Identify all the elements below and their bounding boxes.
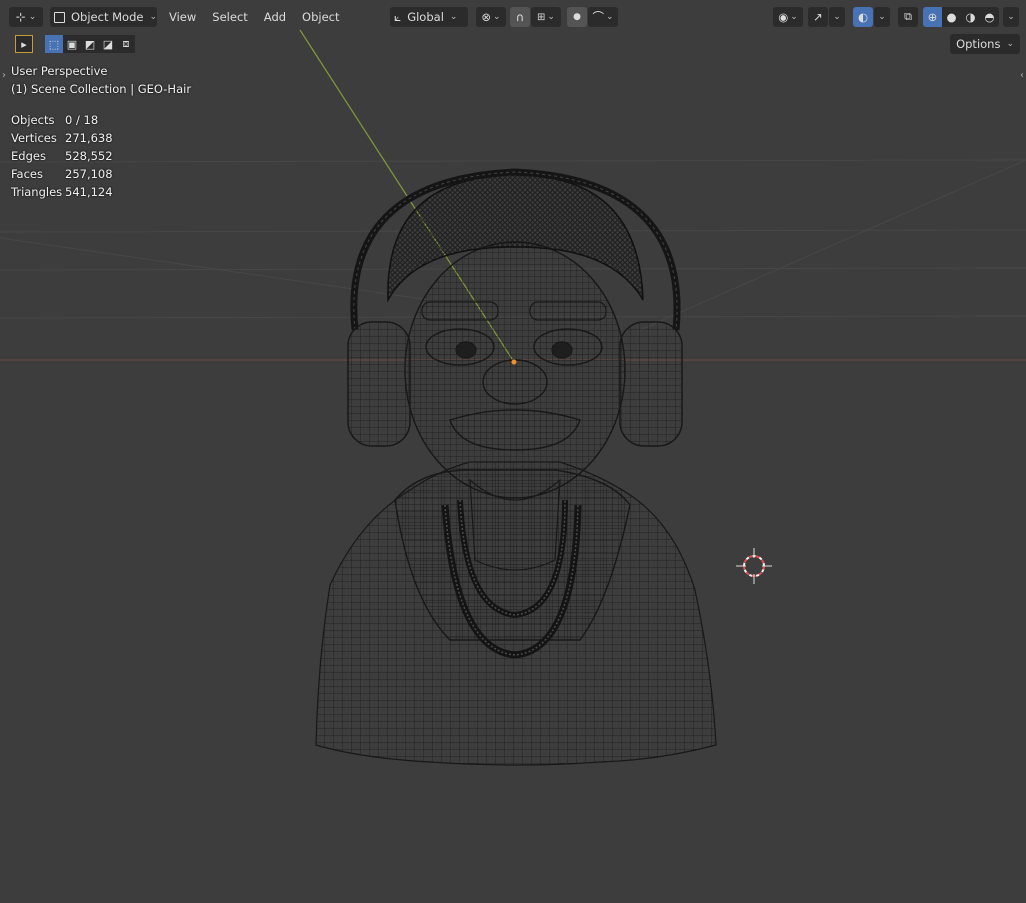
menu-view[interactable]: View xyxy=(161,7,204,27)
gizmo-icon: ↗ xyxy=(813,10,823,24)
rendered-shading-icon[interactable]: ◓ xyxy=(980,7,999,27)
xray-icon: ⧉ xyxy=(904,10,912,24)
shading-dropdown[interactable]: ⌄ xyxy=(1003,7,1019,27)
mode-dropdown[interactable]: Object Mode ⌄ xyxy=(50,7,157,27)
menu-select[interactable]: Select xyxy=(204,7,255,27)
overlay-dropdown[interactable]: ⌄ xyxy=(874,7,890,27)
options-dropdown[interactable]: Options⌄ xyxy=(950,34,1020,54)
stat-row-objects: Objects0 / 18 xyxy=(11,111,113,129)
object-origin xyxy=(512,360,517,365)
snap-increment-icon: ⊞ xyxy=(537,12,545,23)
snap-target-dropdown[interactable]: ⊞⌄ xyxy=(531,7,561,27)
select-extend-icon[interactable]: ▣ xyxy=(63,35,81,53)
headphone-cup-right xyxy=(620,322,682,446)
proportional-edit-icon: ● xyxy=(573,12,581,22)
select-subtract-icon[interactable]: ◩ xyxy=(81,35,99,53)
transform-orientation-icon: ⟀ xyxy=(394,10,401,25)
xray-toggle[interactable]: ⧉ xyxy=(898,7,918,27)
editor-type-dropdown[interactable]: ⊹⌄ xyxy=(9,7,43,27)
falloff-dropdown[interactable]: ⌒⌄ xyxy=(588,7,618,27)
magnet-icon: ∩ xyxy=(516,10,524,24)
select-intersect-icon[interactable]: ⧈ xyxy=(117,35,135,53)
character-wireframe xyxy=(316,172,716,765)
eye-icon: ◉ xyxy=(778,10,788,24)
menu-object[interactable]: Object xyxy=(294,7,347,27)
3d-viewport[interactable]: ⊹⌄ Object Mode ⌄ View Select Add Object … xyxy=(0,0,1026,903)
shading-mode-group: ⊕ ● ◑ ◓ xyxy=(923,7,999,27)
active-collection-label: (1) Scene Collection | GEO-Hair xyxy=(11,82,191,96)
stat-row-edges: Edges528,552 xyxy=(11,147,113,165)
select-invert-icon[interactable]: ◪ xyxy=(99,35,117,53)
toolbar-expand-icon[interactable]: › xyxy=(2,70,6,81)
material-shading-icon[interactable]: ◑ xyxy=(961,7,980,27)
falloff-curve-icon: ⌒ xyxy=(592,9,604,25)
overlay-icon: ◐ xyxy=(858,10,868,24)
selection-mode-group: ⬚ ▣ ◩ ◪ ⧈ xyxy=(45,35,135,53)
stat-row-faces: Faces257,108 xyxy=(11,165,113,183)
proportional-edit-toggle[interactable]: ● xyxy=(567,7,587,27)
gizmo-dropdown[interactable]: ⌄ xyxy=(829,7,845,27)
pivot-icon: ⊗ xyxy=(481,10,491,24)
solid-shading-icon[interactable]: ● xyxy=(942,7,961,27)
pivot-point-dropdown[interactable]: ⊗⌄ xyxy=(476,7,506,27)
scene-statistics: Objects0 / 18 Vertices271,638 Edges528,5… xyxy=(11,111,113,201)
visibility-dropdown[interactable]: ◉⌄ xyxy=(773,7,803,27)
object-mode-icon xyxy=(54,12,65,23)
menu-add[interactable]: Add xyxy=(256,7,294,27)
wireframe-shading-icon[interactable]: ⊕ xyxy=(923,7,942,27)
snap-toggle[interactable]: ∩ xyxy=(510,7,530,27)
mode-label: Object Mode xyxy=(71,10,143,24)
gizmo-toggle[interactable]: ↗ xyxy=(808,7,828,27)
view-name: User Perspective xyxy=(11,64,107,78)
axis-3d-icon: ⊹ xyxy=(16,10,26,24)
3d-cursor-icon xyxy=(736,548,772,584)
select-cursor-icon[interactable]: ▸ xyxy=(15,35,33,53)
headphone-cup-left xyxy=(348,322,410,446)
select-new-icon[interactable]: ⬚ xyxy=(45,35,63,53)
stat-row-vertices: Vertices271,638 xyxy=(11,129,113,147)
sidebar-expand-icon[interactable]: ‹ xyxy=(1020,70,1024,81)
transform-orientation-dropdown[interactable]: ⟀ Global ⌄ xyxy=(390,7,468,27)
viewport-scene[interactable] xyxy=(0,0,1026,903)
overlay-toggle[interactable]: ◐ xyxy=(853,7,873,27)
stat-row-triangles: Triangles541,124 xyxy=(11,183,113,201)
